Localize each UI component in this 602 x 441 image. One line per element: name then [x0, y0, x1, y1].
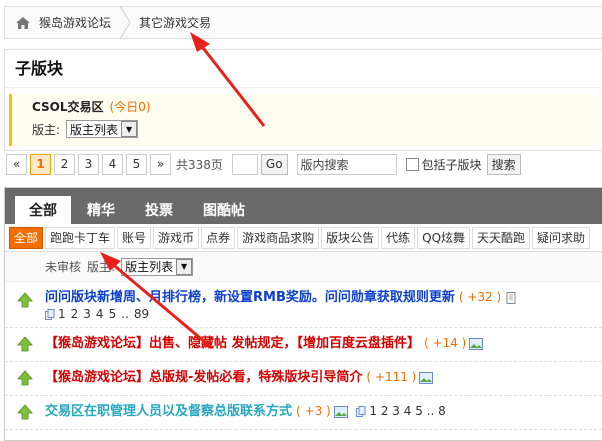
image-attachment-icon	[333, 405, 348, 418]
tab-digest[interactable]: 精华	[73, 196, 129, 224]
page-4-button[interactable]: 4	[102, 153, 123, 175]
moderator-select-value: 版主列表	[70, 122, 119, 137]
breadcrumb-separator-icon	[119, 6, 131, 39]
thread-reply-count: ( +3 )	[296, 404, 331, 418]
thread-page-link[interactable]: 1	[58, 307, 66, 321]
type-points[interactable]: 点券	[201, 226, 236, 249]
moderator-select[interactable]: 版主列表 ▼	[66, 120, 139, 138]
moderator-label: 版主:	[32, 122, 61, 137]
forum-search-input[interactable]: 版内搜索	[296, 153, 397, 175]
multipage-icon	[355, 406, 366, 417]
breadcrumb: 猴岛游戏论坛 其它游戏交易	[4, 6, 602, 39]
include-subforum-checkbox[interactable]	[405, 157, 419, 171]
thread-pages: 1 2 3 4 5 .. 8	[369, 404, 445, 418]
image-attachment-icon	[419, 371, 434, 384]
thread-row: 【猴岛游戏论坛】总版规-发帖必看，特殊版块引导简介 ( +111 )	[5, 362, 602, 396]
subforum-item: CSOL交易区 (今日0) 版主: 版主列表 ▼	[9, 94, 599, 146]
chevron-down-icon: ▼	[121, 121, 138, 137]
subforum-title: 子版块	[5, 50, 602, 88]
thread-page-ellipsis: ..	[121, 307, 129, 321]
thread-page-link[interactable]: 2	[381, 404, 389, 418]
page-2-button[interactable]: 2	[54, 153, 75, 175]
search-button[interactable]: 搜索	[486, 153, 521, 175]
subforum-box: 子版块 CSOL交易区 (今日0) 版主: 版主列表 ▼	[4, 49, 602, 151]
page-total: 共338页	[176, 157, 223, 172]
thread-reply-count: ( +32 )	[458, 290, 502, 304]
tab-image-posts[interactable]: 图酷帖	[189, 196, 259, 224]
home-icon[interactable]	[13, 15, 33, 31]
image-attachment-icon	[469, 337, 484, 350]
thread-up-arrow-icon	[17, 404, 33, 420]
thread-up-arrow-icon	[17, 292, 33, 308]
thread-up-arrow-icon	[17, 336, 33, 352]
type-kart[interactable]: 跑跑卡丁车	[45, 226, 116, 249]
thread-page-link[interactable]: 3	[392, 404, 400, 418]
thread-page-link[interactable]: 89	[134, 307, 149, 321]
go-button[interactable]: Go	[260, 153, 288, 175]
thread-title[interactable]: 【猴岛游戏论坛】出售、隐藏帖 发帖规定，【增加百度云盘插件】	[45, 336, 420, 351]
prev-page-button[interactable]: «	[6, 153, 27, 175]
tab-poll[interactable]: 投票	[131, 196, 187, 224]
thread-page-link[interactable]: 5	[415, 404, 423, 418]
subforum-name[interactable]: CSOL交易区 (今日0)	[32, 98, 151, 115]
page-5-button[interactable]: 5	[126, 153, 147, 175]
type-help[interactable]: 疑问求助	[532, 226, 591, 249]
tab-all[interactable]: 全部	[15, 196, 71, 224]
chevron-down-icon: ▼	[176, 258, 193, 275]
thread-row: 问问版块新增周、月排行榜，新设置RMB奖励。问问勋章获取规则更新( +32 ) …	[5, 282, 602, 328]
type-boosting[interactable]: 代练	[381, 226, 416, 249]
subforum-today-count: (今日0)	[109, 100, 151, 114]
thread-pages: 1 2 3 4 5 .. 89	[45, 307, 602, 321]
type-account[interactable]: 账号	[117, 226, 152, 249]
type-qq-dance[interactable]: QQ炫舞	[417, 226, 471, 249]
breadcrumb-home-link[interactable]: 猴岛游戏论坛	[33, 14, 111, 31]
thread-row: 交易区在职管理人员以及督察总版联系方式 ( +3 ) 1 2 3 4 5 .. 8	[5, 396, 602, 430]
type-announcement[interactable]: 版块公告	[321, 226, 380, 249]
thread-reply-count: ( +111 )	[366, 370, 417, 384]
thread-up-arrow-icon	[17, 370, 33, 386]
thread-title[interactable]: 问问版块新增周、月排行榜，新设置RMB奖励。问问勋章获取规则更新	[45, 290, 455, 305]
subforum-name-link[interactable]: CSOL交易区	[32, 100, 104, 114]
filter-moderator-select[interactable]: 版主列表 ▼	[121, 257, 194, 276]
thread-page-link[interactable]: 4	[96, 307, 104, 321]
filter-moderator-select-value: 版主列表	[125, 260, 174, 274]
thread-list: 全部 精华 投票 图酷帖 全部 跑跑卡丁车 账号 游戏币 点券 游戏商品求购 版…	[4, 187, 602, 441]
type-wanted[interactable]: 游戏商品求购	[237, 226, 320, 249]
include-subforum-label: 包括子版块	[421, 157, 482, 172]
thread-page-link[interactable]: 1	[369, 404, 377, 418]
thread-page-link[interactable]: 2	[71, 307, 79, 321]
thread-page-link[interactable]: 4	[404, 404, 412, 418]
attachment-file-icon	[506, 291, 516, 304]
thread-page-ellipsis: ..	[426, 404, 435, 418]
thread-page-link[interactable]: 8	[438, 404, 446, 418]
thread-title[interactable]: 【猴岛游戏论坛】总版规-发帖必看，特殊版块引导简介	[45, 370, 362, 385]
thread-tabs: 全部 精华 投票 图酷帖	[5, 188, 602, 224]
thread-title[interactable]: 交易区在职管理人员以及督察总版联系方式	[45, 404, 292, 419]
page-3-button[interactable]: 3	[78, 153, 99, 175]
thread-type-filter: 全部 跑跑卡丁车 账号 游戏币 点券 游戏商品求购 版块公告 代练 QQ炫舞 天…	[5, 224, 602, 252]
subforum-moderators: 版主: 版主列表 ▼	[32, 120, 139, 138]
next-page-button[interactable]: »	[150, 153, 171, 175]
page-1-button[interactable]: 1	[30, 153, 51, 175]
unreviewed-link[interactable]: 未审核	[45, 258, 81, 275]
type-game-currency[interactable]: 游戏币	[153, 226, 200, 249]
thread-page-link[interactable]: 3	[83, 307, 91, 321]
page-jump-input[interactable]	[231, 153, 258, 175]
thread-page-link[interactable]: 5	[109, 307, 117, 321]
moderation-filter: 未审核 版主: 版主列表 ▼	[5, 252, 602, 282]
type-all[interactable]: 全部	[9, 226, 44, 249]
thread-row: 【猴岛游戏论坛】出售、隐藏帖 发帖规定，【增加百度云盘插件】 ( +14 )	[5, 328, 602, 362]
filter-moderator-label: 版主:	[87, 260, 116, 274]
type-parkour[interactable]: 天天酷跑	[472, 226, 531, 249]
breadcrumb-current[interactable]: 其它游戏交易	[131, 14, 211, 31]
multipage-icon	[45, 308, 55, 320]
pager: « 1 2 3 4 5 » 共338页 Go 版内搜索 包括子版块 搜索	[6, 153, 521, 175]
thread-reply-count: ( +14 )	[424, 336, 467, 350]
